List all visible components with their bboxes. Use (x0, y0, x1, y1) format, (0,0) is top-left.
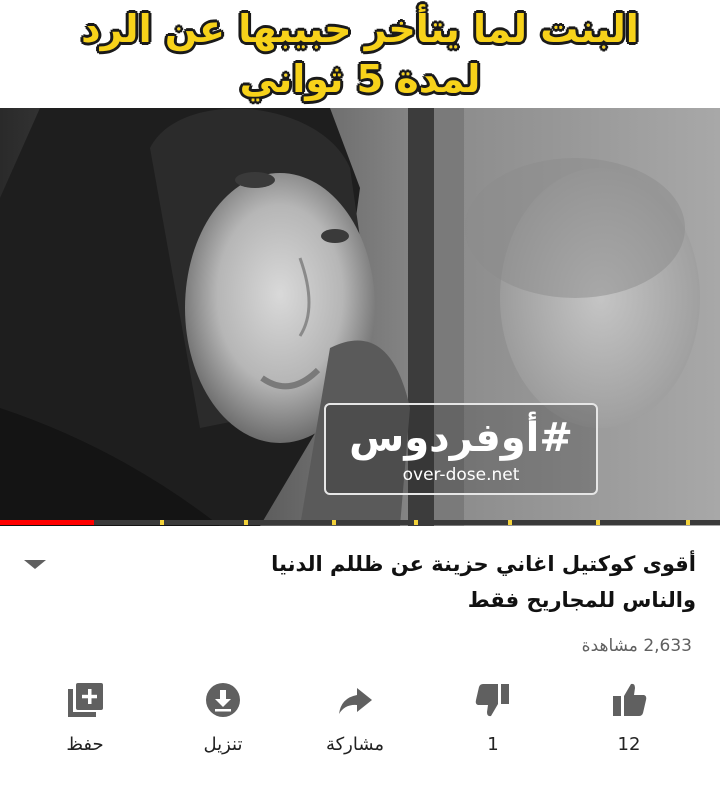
like-button[interactable]: 12 (574, 680, 684, 776)
save-label: حفظ (66, 734, 104, 755)
share-button[interactable]: مشاركة (300, 680, 410, 776)
thumbs-up-icon (613, 683, 647, 716)
dislike-count: 1 (487, 734, 499, 755)
video-progress-bar[interactable] (0, 520, 720, 525)
add-to-playlist-icon (68, 683, 103, 717)
ad-marker (596, 520, 600, 525)
ad-marker (414, 520, 418, 525)
view-count: 2,633 مشاهدة (581, 636, 692, 656)
meme-caption: البنت لما يتأخر حبيبها عن الرد لمدة 5 ثو… (0, 0, 720, 108)
ad-marker (332, 520, 336, 525)
progress-fill (0, 520, 94, 525)
download-button[interactable]: تنزيل (168, 680, 278, 776)
caption-line-1: البنت لما يتأخر حبيبها عن الرد (81, 7, 639, 51)
video-title-line-2: والناس للمجاريح فقط (467, 588, 696, 612)
like-count: 12 (617, 734, 641, 755)
ad-marker (244, 520, 248, 525)
caption-line-2: لمدة 5 ثواني (239, 57, 481, 101)
expand-description-chevron-icon[interactable] (24, 560, 46, 569)
video-actions: 12 1 مشاركة تنزيل حفظ (0, 680, 720, 780)
channel-watermark: #أوفردوس over-dose.net (324, 403, 598, 495)
download-icon (206, 683, 240, 717)
ad-marker (508, 520, 512, 525)
share-arrow-icon (339, 688, 372, 714)
share-label: مشاركة (325, 734, 385, 755)
ad-marker (160, 520, 164, 525)
watermark-title: #أوفردوس (349, 415, 573, 461)
dislike-button[interactable]: 1 (438, 680, 548, 776)
video-title: أقوى كوكتيل اغاني حزينة عن ظللم الدنيا و… (56, 546, 696, 618)
download-label: تنزيل (203, 734, 243, 755)
video-title-line-1: أقوى كوكتيل اغاني حزينة عن ظللم الدنيا (271, 552, 696, 576)
watermark-url: over-dose.net (402, 465, 520, 485)
thumbs-down-icon (475, 684, 509, 717)
video-player[interactable]: #أوفردوس over-dose.net (0, 108, 720, 526)
save-button[interactable]: حفظ (30, 680, 140, 776)
ad-marker (686, 520, 690, 525)
